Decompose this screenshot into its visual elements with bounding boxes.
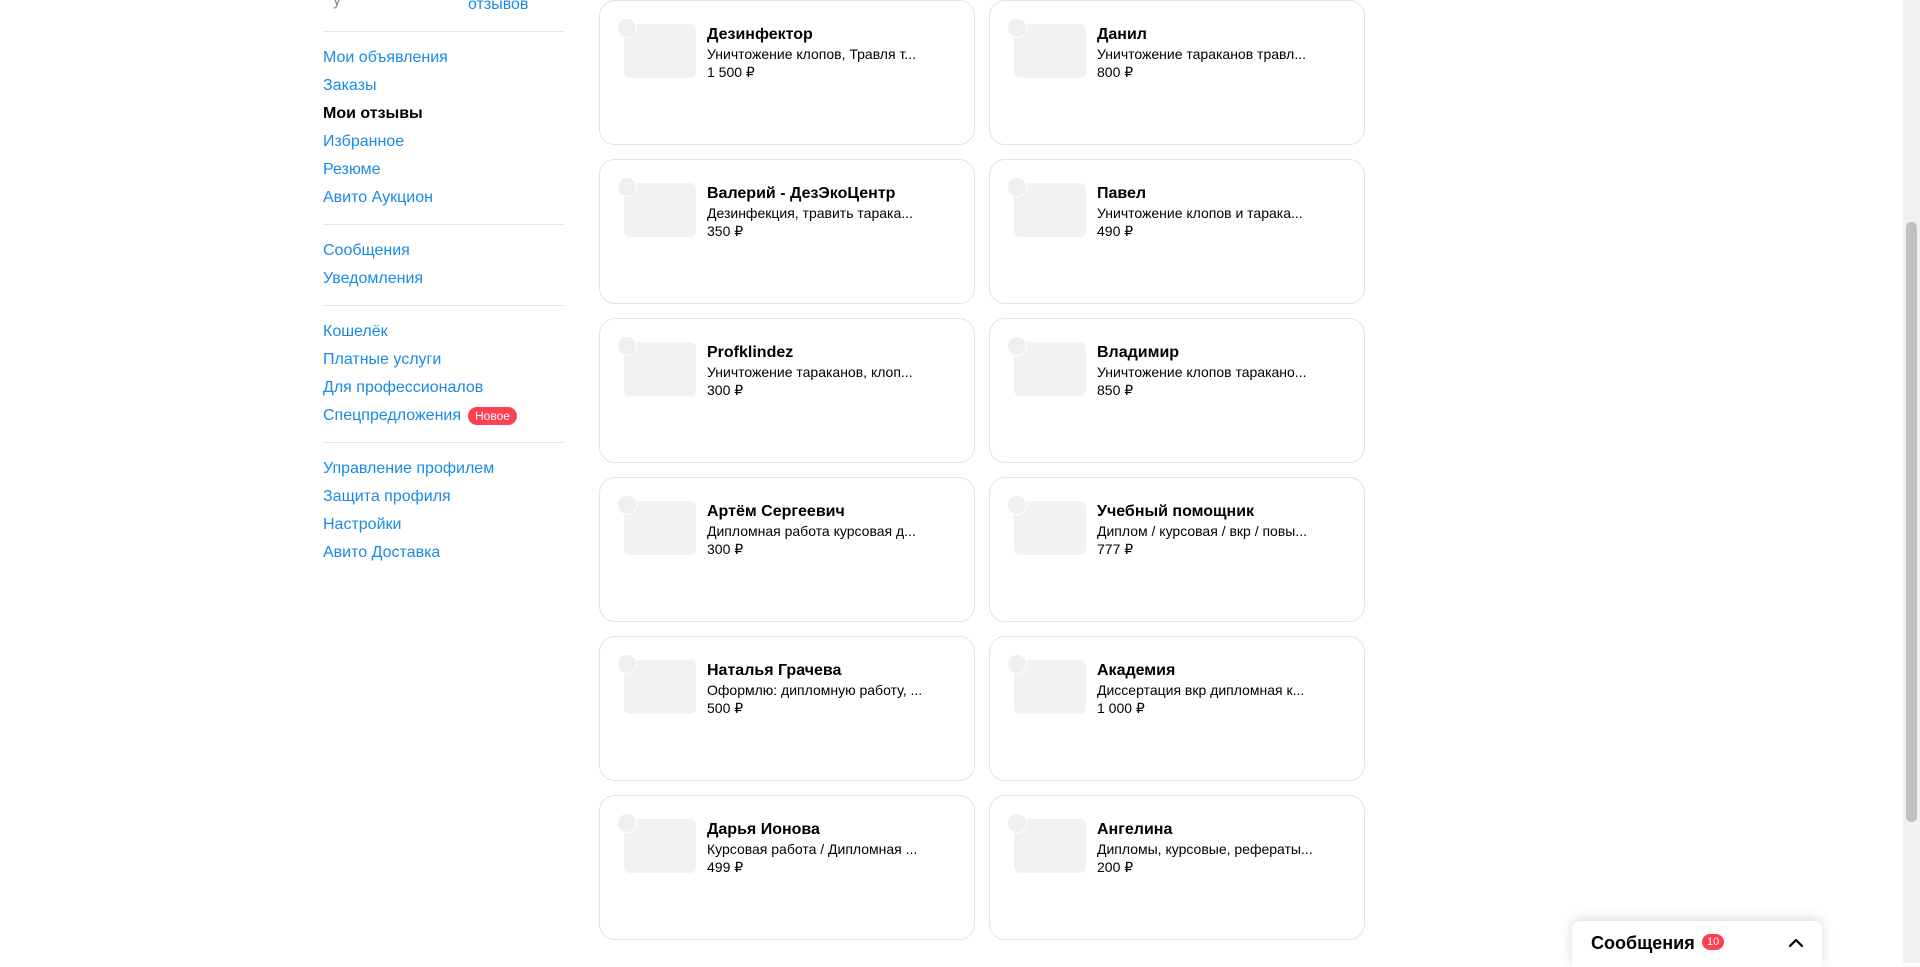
avatar bbox=[1007, 495, 1027, 515]
sidebar-item-favorites[interactable]: Избранное bbox=[323, 128, 564, 156]
seller-card[interactable]: Учебный помощник Диплом / курсовая / вкр… bbox=[989, 477, 1365, 622]
card-price: 490 ₽ bbox=[1097, 223, 1134, 239]
sidebar-group-communication: Сообщения Уведомления bbox=[323, 225, 564, 306]
card-price: 777 ₽ bbox=[1097, 541, 1134, 557]
card-name: Валерий - ДезЭкоЦентр bbox=[707, 185, 896, 202]
avatar bbox=[1007, 18, 1027, 38]
seller-card[interactable]: Наталья Грачева Оформлю: дипломную работ… bbox=[599, 636, 975, 781]
page-scrollbar[interactable] bbox=[1903, 0, 1920, 963]
card-description: Диплом / курсовая / вкр / повы... bbox=[1097, 523, 1308, 539]
sidebar-item-delivery[interactable]: Авито Доставка bbox=[323, 539, 564, 567]
card-price: 850 ₽ bbox=[1097, 382, 1134, 398]
card-price: 300 ₽ bbox=[707, 382, 744, 398]
card-description: Уничтожение тараканов травл... bbox=[1097, 46, 1306, 62]
seller-card[interactable]: Академия Диссертация вкр дипломная к... … bbox=[989, 636, 1365, 781]
card-name: Данил bbox=[1097, 26, 1147, 43]
seller-card[interactable]: Артём Сергеевич Дипломная работа курсова… bbox=[599, 477, 975, 622]
messages-widget-title: Сообщения bbox=[1591, 933, 1695, 953]
card-price: 500 ₽ bbox=[707, 700, 744, 716]
card-price: 1 000 ₽ bbox=[1097, 700, 1145, 716]
card-name: Владимир bbox=[1097, 344, 1180, 361]
seller-card[interactable]: Дарья Ионова Курсовая работа / Дипломная… bbox=[599, 795, 975, 940]
avatar bbox=[1007, 813, 1027, 833]
sidebar-item-my-reviews[interactable]: Мои отзывы bbox=[323, 100, 564, 128]
avatar bbox=[617, 18, 637, 38]
card-description: Диссертация вкр дипломная к... bbox=[1097, 682, 1305, 698]
sidebar-profile-summary: у отзывов bbox=[323, 0, 564, 32]
profile-rating-partial: у bbox=[333, 0, 341, 9]
avatar bbox=[617, 177, 637, 197]
card-name: Академия bbox=[1097, 662, 1176, 679]
card-price: 800 ₽ bbox=[1097, 64, 1134, 80]
card-price: 300 ₽ bbox=[707, 541, 744, 557]
card-name: Артём Сергеевич bbox=[707, 503, 845, 520]
avatar bbox=[1007, 336, 1027, 356]
sidebar-item-wallet[interactable]: Кошелёк bbox=[323, 318, 564, 346]
sidebar-item-for-pros[interactable]: Для профессионалов bbox=[323, 374, 564, 402]
card-name: Ангелина bbox=[1097, 821, 1173, 838]
card-name: Учебный помощник bbox=[1097, 503, 1255, 520]
card-description: Дипломы, курсовые, рефераты... bbox=[1097, 841, 1313, 857]
avatar bbox=[1007, 177, 1027, 197]
sidebar-group-settings: Управление профилем Защита профиля Настр… bbox=[323, 443, 564, 579]
sidebar-item-resume[interactable]: Резюме bbox=[323, 156, 564, 184]
seller-card[interactable]: Ангелина Дипломы, курсовые, рефераты... … bbox=[989, 795, 1365, 940]
seller-card[interactable]: Profklindez Уничтожение тараканов, клоп.… bbox=[599, 318, 975, 463]
card-description: Уничтожение тараканов, клоп... bbox=[707, 364, 913, 380]
seller-card[interactable]: Данил Уничтожение тараканов травл... 800… bbox=[989, 0, 1365, 145]
seller-card[interactable]: Валерий - ДезЭкоЦентр Дезинфекция, трави… bbox=[599, 159, 975, 304]
sidebar-item-messages[interactable]: Сообщения bbox=[323, 237, 564, 265]
sidebar-group-finance: Кошелёк Платные услуги Для профессионало… bbox=[323, 306, 564, 443]
card-description: Уничтожение клопов таракано... bbox=[1097, 364, 1307, 380]
sidebar-item-notifications[interactable]: Уведомления bbox=[323, 265, 564, 293]
card-description: Курсовая работа / Дипломная ... bbox=[707, 841, 918, 857]
sidebar-item-settings[interactable]: Настройки bbox=[323, 511, 564, 539]
card-description: Уничтожение клопов и тарака... bbox=[1097, 205, 1303, 221]
card-price: 350 ₽ bbox=[707, 223, 744, 239]
card-name: Дарья Ионова bbox=[707, 821, 820, 838]
card-price: 499 ₽ bbox=[707, 859, 744, 875]
card-description: Уничтожение клопов, Травля т... bbox=[707, 46, 916, 62]
card-price: 1 500 ₽ bbox=[707, 64, 755, 80]
chevron-up-icon[interactable] bbox=[1786, 933, 1806, 953]
sidebar-group-main: Мои объявления Заказы Мои отзывы Избранн… bbox=[323, 32, 564, 225]
avatar bbox=[617, 654, 637, 674]
card-name: Profklindez bbox=[707, 344, 794, 361]
sidebar-item-paid-services[interactable]: Платные услуги bbox=[323, 346, 564, 374]
card-description: Дезинфекция, травить тарака... bbox=[707, 205, 913, 221]
sidebar-item-orders[interactable]: Заказы bbox=[323, 72, 564, 100]
new-badge: Новое bbox=[468, 407, 517, 425]
card-description: Дипломная работа курсовая д... bbox=[707, 523, 916, 539]
sidebar: у отзывов Мои объявления Заказы Мои отзы… bbox=[323, 0, 564, 579]
avatar bbox=[617, 336, 637, 356]
seller-card[interactable]: Дезинфектор Уничтожение клопов, Травля т… bbox=[599, 0, 975, 145]
scrollbar-thumb[interactable] bbox=[1906, 222, 1917, 822]
avatar bbox=[617, 495, 637, 515]
card-name: Наталья Грачева bbox=[707, 662, 842, 679]
card-name: Дезинфектор bbox=[707, 26, 813, 43]
card-name: Павел bbox=[1097, 185, 1147, 202]
avatar bbox=[1007, 654, 1027, 674]
sidebar-item-label: Спецпредложения bbox=[323, 407, 461, 424]
sidebar-item-special-offers[interactable]: Спецпредложения Новое bbox=[323, 402, 564, 430]
sidebar-item-profile-protection[interactable]: Защита профиля bbox=[323, 483, 564, 511]
seller-card[interactable]: Владимир Уничтожение клопов таракано... … bbox=[989, 318, 1365, 463]
sidebar-item-profile-management[interactable]: Управление профилем bbox=[323, 455, 564, 483]
messages-widget[interactable]: Сообщения 10 bbox=[1572, 921, 1822, 967]
seller-card[interactable]: Павел Уничтожение клопов и тарака... 490… bbox=[989, 159, 1365, 304]
sidebar-item-auction[interactable]: Авито Аукцион bbox=[323, 184, 564, 212]
avatar bbox=[617, 813, 637, 833]
reviews-count-link[interactable]: отзывов bbox=[468, 0, 528, 14]
unread-count-badge: 10 bbox=[1702, 934, 1725, 950]
sidebar-item-my-ads[interactable]: Мои объявления bbox=[323, 44, 564, 72]
card-price: 200 ₽ bbox=[1097, 859, 1134, 875]
card-description: Оформлю: дипломную работу, ... bbox=[707, 682, 923, 698]
